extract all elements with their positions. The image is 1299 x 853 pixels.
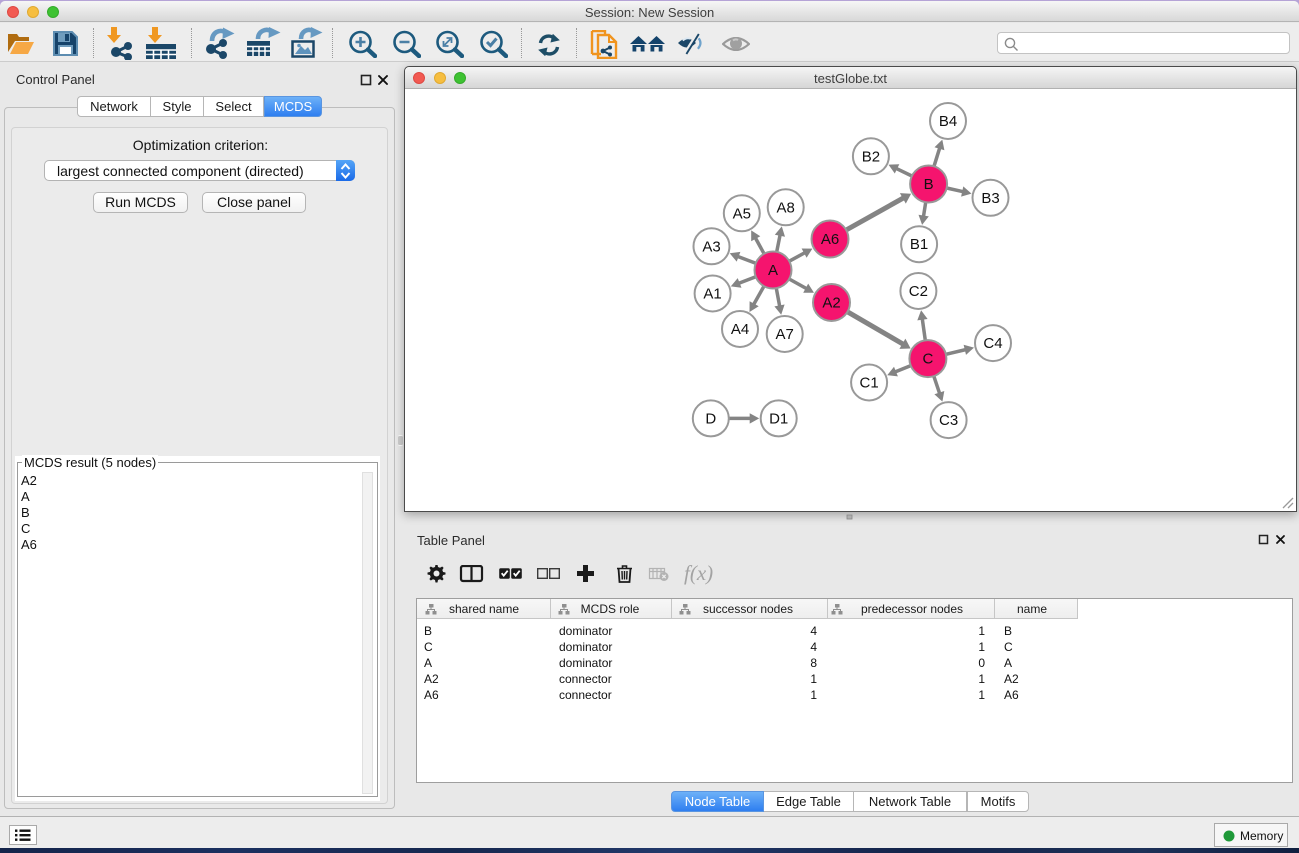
- svg-text:A2: A2: [822, 295, 840, 312]
- svg-text:B2: B2: [862, 148, 880, 165]
- svg-text:A8: A8: [777, 199, 795, 216]
- svg-text:C3: C3: [939, 412, 958, 429]
- svg-text:D1: D1: [769, 410, 788, 427]
- svg-text:B1: B1: [910, 236, 928, 253]
- svg-text:C2: C2: [909, 283, 928, 300]
- svg-text:C: C: [922, 351, 933, 368]
- svg-text:D: D: [705, 410, 716, 427]
- svg-text:A3: A3: [702, 238, 720, 255]
- svg-text:B4: B4: [939, 113, 957, 130]
- svg-text:A5: A5: [733, 205, 751, 222]
- svg-text:C4: C4: [983, 335, 1002, 352]
- svg-text:A7: A7: [776, 326, 794, 343]
- svg-text:C1: C1: [860, 375, 879, 392]
- svg-text:A6: A6: [821, 231, 839, 248]
- svg-text:A1: A1: [703, 286, 721, 303]
- svg-text:A: A: [768, 262, 778, 279]
- svg-text:B3: B3: [981, 190, 999, 207]
- svg-text:B: B: [924, 176, 934, 193]
- svg-text:A4: A4: [731, 321, 749, 338]
